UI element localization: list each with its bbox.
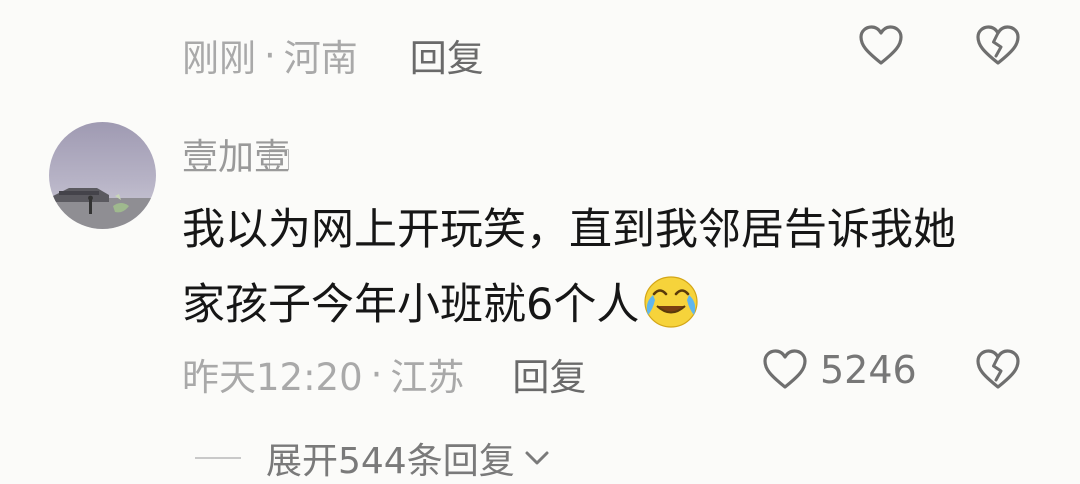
comment-text-line-1: 我以为网上开玩笑，直到我邻居告诉我她 <box>182 205 956 255</box>
comment-username[interactable]: 壹加壹⃞ <box>182 128 290 180</box>
meta-separator: · <box>370 352 383 396</box>
chevron-down-icon <box>525 451 549 465</box>
comment-reply-button[interactable]: 回复 <box>512 347 586 401</box>
comment-location: 江苏 <box>390 356 465 399</box>
crying-laughing-emoji <box>644 276 698 328</box>
comment-meta: 昨天12:20 · 江苏 回复 <box>182 347 586 401</box>
broken-heart-icon[interactable] <box>975 348 1021 390</box>
top-comment-time: 刚刚 <box>182 37 256 80</box>
heart-outline-icon[interactable] <box>762 348 808 390</box>
top-comment-location: 河南 <box>283 37 358 80</box>
meta-separator: · <box>264 33 276 77</box>
expand-replies-button[interactable]: 展开544条回复 <box>195 432 551 484</box>
comment-time: 昨天12:20 <box>182 356 363 399</box>
expand-replies-label: 展开544条回复 <box>266 441 515 482</box>
comment-text-line-2-text: 家孩子今年小班就6个人 <box>182 280 640 330</box>
broken-heart-icon[interactable] <box>975 24 1021 66</box>
top-comment-reply-button[interactable]: 回复 <box>410 28 484 82</box>
username-text: 壹加壹 <box>182 137 291 178</box>
heart-outline-icon[interactable] <box>858 24 904 66</box>
like-count: 5246 <box>820 348 917 392</box>
avatar[interactable] <box>49 122 156 229</box>
comment-text-line-2: 家孩子今年小班就6个人 <box>182 270 701 332</box>
top-comment-meta: 刚刚 · 河南 回复 <box>182 28 484 82</box>
expand-divider <box>195 457 241 459</box>
